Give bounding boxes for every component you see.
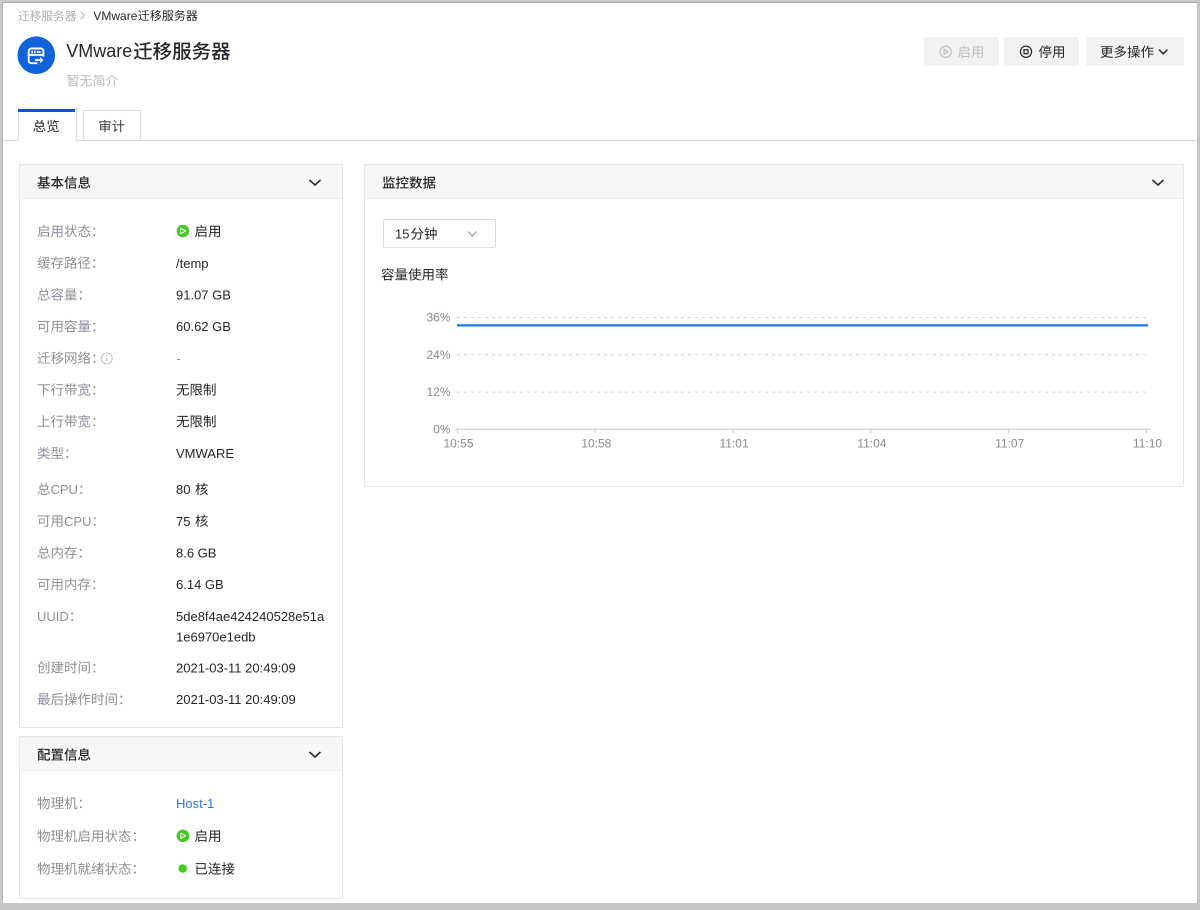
svg-text:CPU: CPU: [51, 482, 78, 497]
svg-text:36%: 36%: [426, 311, 450, 325]
svg-text:10:58: 10:58: [581, 437, 611, 451]
svg-text:-: -: [177, 351, 181, 366]
svg-text:2021-03-11 20:49:09: 2021-03-11 20:49:09: [176, 692, 296, 707]
svg-text:60.62 GB: 60.62 GB: [176, 319, 231, 334]
svg-text:11:01: 11:01: [720, 437, 749, 451]
svg-text:1e6970e1edb: 1e6970e1edb: [176, 630, 256, 645]
svg-text:CPU: CPU: [64, 514, 91, 529]
svg-text:11:07: 11:07: [995, 437, 1024, 451]
svg-text:10:55: 10:55: [443, 437, 473, 451]
svg-text:UUID: UUID: [37, 609, 69, 624]
svg-text:VMware: VMware: [93, 9, 137, 23]
svg-text:80: 80: [176, 482, 190, 497]
svg-text:5de8f4ae424240528e51a: 5de8f4ae424240528e51a: [176, 609, 325, 624]
svg-text:2021-03-11 20:49:09: 2021-03-11 20:49:09: [176, 660, 296, 675]
svg-text:0%: 0%: [433, 423, 451, 437]
svg-text:Host-1: Host-1: [176, 796, 214, 811]
svg-text:VMware: VMware: [66, 41, 132, 61]
svg-text:15: 15: [395, 227, 409, 242]
svg-text:24%: 24%: [426, 348, 450, 362]
svg-text:91.07 GB: 91.07 GB: [176, 288, 231, 303]
svg-text:12%: 12%: [426, 385, 450, 399]
svg-text:6.14 GB: 6.14 GB: [176, 577, 224, 592]
svg-text:11:10: 11:10: [1133, 437, 1162, 451]
svg-text:/temp: /temp: [176, 256, 209, 271]
svg-text:75: 75: [176, 514, 190, 529]
svg-text:11:04: 11:04: [857, 437, 886, 451]
svg-text:8.6 GB: 8.6 GB: [176, 546, 216, 561]
svg-text:VMWARE: VMWARE: [176, 446, 234, 461]
